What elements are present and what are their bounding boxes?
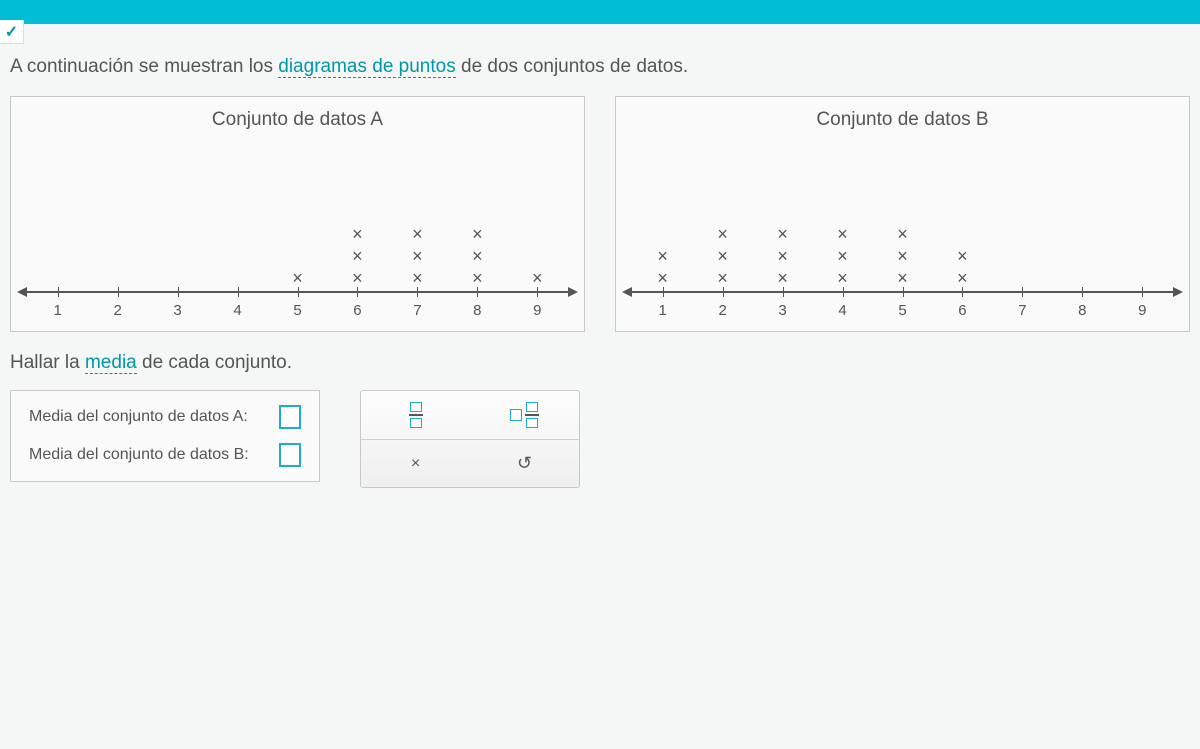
axis-tick — [1022, 287, 1023, 297]
data-point: × — [897, 225, 908, 243]
axis-tick — [477, 287, 478, 297]
axis-tick-label: 8 — [473, 302, 481, 319]
axis-tick-label: 6 — [958, 302, 966, 319]
axis-tick — [537, 287, 538, 297]
axis-tick — [178, 287, 179, 297]
data-point: × — [472, 225, 483, 243]
axis-tick — [357, 287, 358, 297]
data-point: × — [897, 247, 908, 265]
data-point: × — [777, 225, 788, 243]
axis-tick — [723, 287, 724, 297]
dotplot-b-box: Conjunto de datos B 1 × × 2 × × × 3 × × × 4 × × × 5 × × × 6… — [615, 96, 1190, 332]
answer-box: Media del conjunto de datos A: Media del… — [10, 390, 320, 482]
clear-button[interactable]: × — [361, 440, 470, 487]
axis-tick-label: 4 — [233, 302, 241, 319]
data-point: × — [957, 269, 968, 287]
axis-tick-label: 5 — [898, 302, 906, 319]
axis-tick — [298, 287, 299, 297]
axis-tick-label: 5 — [293, 302, 301, 319]
data-point: × — [657, 247, 668, 265]
data-point: × — [837, 269, 848, 287]
data-point: × — [897, 269, 908, 287]
fraction-icon — [409, 402, 423, 428]
dotplot-b-title: Conjunto de datos B — [630, 109, 1175, 131]
prompt-text-pre: A continuación se muestran los — [10, 56, 278, 77]
axis-tick — [58, 287, 59, 297]
axis-tick-label: 3 — [173, 302, 181, 319]
problem-content: A continuación se muestran los diagramas… — [0, 24, 1200, 508]
axis-tick-label: 6 — [353, 302, 361, 319]
data-point: × — [412, 247, 423, 265]
fraction-button[interactable] — [361, 391, 470, 439]
answer-label-b: Media del conjunto de datos B: — [29, 446, 249, 464]
data-point: × — [352, 269, 363, 287]
axis-tick — [843, 287, 844, 297]
axis-tick-label: 9 — [533, 302, 541, 319]
data-point: × — [777, 247, 788, 265]
axis-tick-label: 2 — [718, 302, 726, 319]
axis-tick-label: 3 — [778, 302, 786, 319]
axis-tick — [903, 287, 904, 297]
axis-tick — [783, 287, 784, 297]
answer-input-a[interactable] — [279, 405, 301, 429]
data-point: × — [717, 269, 728, 287]
reset-icon: ↺ — [517, 453, 532, 474]
axis-tick-label: 4 — [838, 302, 846, 319]
data-point: × — [412, 225, 423, 243]
data-point: × — [352, 225, 363, 243]
axis-tick-label: 2 — [113, 302, 121, 319]
question-pre: Hallar la — [10, 352, 85, 373]
data-point: × — [532, 269, 543, 287]
question-text: Hallar la media de cada conjunto. — [10, 352, 1190, 374]
axis-tick-label: 7 — [1018, 302, 1026, 319]
term-link-media[interactable]: media — [85, 352, 137, 374]
dotplot-a: 1 2 3 4 5 × 6 × × × 7 × × × 8 × × × 9 × — [25, 181, 570, 321]
data-point: × — [472, 269, 483, 287]
axis-tick-label: 1 — [659, 302, 667, 319]
mixed-number-icon — [510, 402, 539, 428]
axis-tick-label: 1 — [54, 302, 62, 319]
mixed-number-button[interactable] — [470, 391, 579, 439]
clear-icon: × — [411, 455, 420, 473]
axis-tick — [417, 287, 418, 297]
axis-tick-label: 8 — [1078, 302, 1086, 319]
reset-button[interactable]: ↺ — [470, 440, 579, 487]
answer-line-a: Media del conjunto de datos A: — [29, 405, 301, 429]
data-point: × — [352, 247, 363, 265]
axis-tick — [1082, 287, 1083, 297]
dotplot-a-box: Conjunto de datos A 1 2 3 4 5 × 6 × × × 7 × × × 8 × × × 9 × — [10, 96, 585, 332]
data-point: × — [837, 247, 848, 265]
prompt-text-post: de dos conjuntos de datos. — [456, 56, 688, 77]
data-point: × — [957, 247, 968, 265]
data-point: × — [717, 225, 728, 243]
question-post: de cada conjunto. — [137, 352, 292, 373]
math-toolbox: × ↺ — [360, 390, 580, 488]
axis-tick — [663, 287, 664, 297]
check-icon: ✓ — [0, 20, 24, 44]
data-point: × — [472, 247, 483, 265]
answers-row: Media del conjunto de datos A: Media del… — [10, 390, 1190, 488]
data-point: × — [837, 225, 848, 243]
axis-tick — [238, 287, 239, 297]
problem-prompt: A continuación se muestran los diagramas… — [10, 56, 1190, 78]
answer-line-b: Media del conjunto de datos B: — [29, 443, 301, 467]
data-point: × — [657, 269, 668, 287]
answer-input-b[interactable] — [279, 443, 301, 467]
data-point: × — [292, 269, 303, 287]
term-link-diagramas[interactable]: diagramas de puntos — [278, 56, 455, 78]
answer-label-a: Media del conjunto de datos A: — [29, 408, 248, 426]
dotplot-b: 1 × × 2 × × × 3 × × × 4 × × × 5 × × × 6 × × 7 8 9 — [630, 181, 1175, 321]
data-point: × — [777, 269, 788, 287]
app-top-bar — [0, 0, 1200, 24]
axis-tick — [962, 287, 963, 297]
axis-tick-label: 7 — [413, 302, 421, 319]
dotplot-a-title: Conjunto de datos A — [25, 109, 570, 131]
axis-tick-label: 9 — [1138, 302, 1146, 319]
data-point: × — [717, 247, 728, 265]
axis-tick — [1142, 287, 1143, 297]
data-point: × — [412, 269, 423, 287]
plots-row: Conjunto de datos A 1 2 3 4 5 × 6 × × × 7 × × × 8 × × × 9 ×… — [10, 96, 1190, 332]
axis-tick — [118, 287, 119, 297]
